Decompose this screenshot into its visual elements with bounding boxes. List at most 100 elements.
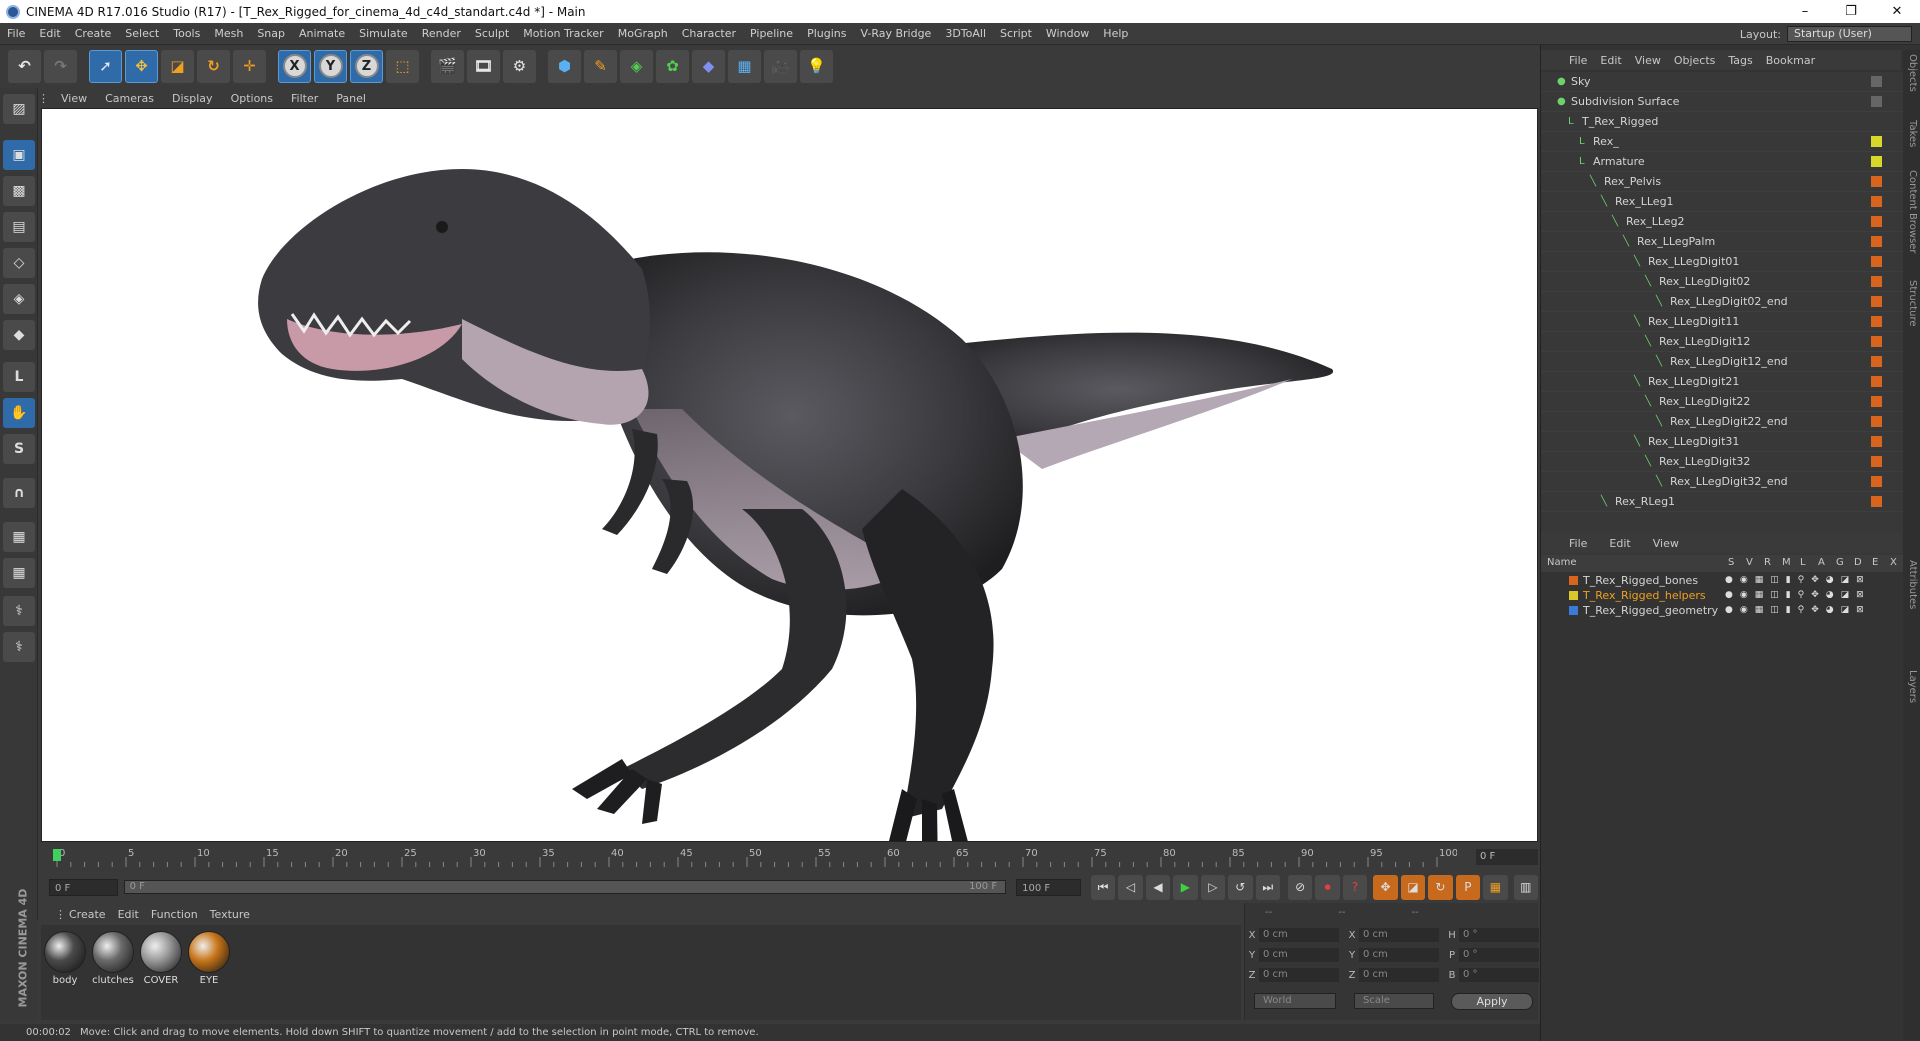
coord-rotation-field[interactable]: 0 ° bbox=[1459, 968, 1539, 982]
viewport-menu-view[interactable]: View bbox=[52, 92, 96, 105]
layer-toggle-icons[interactable]: ●◉▦◫▮⚲✥◕◪⊠ bbox=[1725, 605, 1871, 615]
menu-animate[interactable]: Animate bbox=[292, 27, 352, 40]
render-view-icon[interactable]: 🎬 bbox=[431, 49, 464, 83]
recent-tool-icon[interactable]: ✛ bbox=[233, 49, 266, 83]
object-tag-icon[interactable] bbox=[1871, 296, 1882, 307]
object-tag-icon[interactable] bbox=[1871, 336, 1882, 347]
menu-script[interactable]: Script bbox=[993, 27, 1039, 40]
object-row-rex-llegdigit01[interactable]: ╲ Rex_LLegDigit01 bbox=[1541, 252, 1903, 272]
model-mode-icon[interactable]: ▣ bbox=[3, 140, 35, 170]
menu-file[interactable]: File bbox=[0, 27, 32, 40]
side-tab-takes[interactable]: Takes bbox=[1907, 120, 1918, 147]
rotate-tool-icon[interactable]: ↻ bbox=[197, 49, 230, 83]
floor-icon[interactable]: ▦ bbox=[728, 49, 761, 83]
points-mode-icon[interactable]: ◇ bbox=[3, 248, 35, 278]
coord-rotation-field[interactable]: 0 ° bbox=[1459, 928, 1539, 942]
layer-color-swatch[interactable] bbox=[1569, 591, 1578, 600]
timeline-window-icon[interactable]: ▥ bbox=[1513, 874, 1539, 900]
coordinate-space-dropdown[interactable]: World bbox=[1254, 993, 1336, 1009]
frame-range-slider[interactable]: 0 F 100 F bbox=[123, 880, 1007, 894]
object-row-rex-lleg2[interactable]: ╲ Rex_LLeg2 bbox=[1541, 212, 1903, 232]
scale-tool-icon[interactable]: ◪ bbox=[161, 49, 194, 83]
keyframe-selection-icon[interactable]: ? bbox=[1342, 874, 1368, 900]
object-row-sky[interactable]: ● Sky bbox=[1541, 72, 1903, 92]
render-picture-viewer-icon[interactable]: 🎞 bbox=[467, 49, 500, 83]
x-axis-icon[interactable]: X bbox=[278, 49, 311, 83]
side-tab-objects[interactable]: Objects bbox=[1907, 54, 1918, 92]
axis-mode-icon[interactable]: L bbox=[3, 362, 35, 392]
coordinate-system-icon[interactable]: ⬚ bbox=[386, 49, 419, 83]
minimize-icon[interactable]: – bbox=[1782, 4, 1828, 19]
object-row-rex-pelvis[interactable]: ╲ Rex_Pelvis bbox=[1541, 172, 1903, 192]
layout-dropdown[interactable]: Startup (User) bbox=[1787, 26, 1912, 42]
close-icon[interactable]: ✕ bbox=[1874, 4, 1920, 19]
object-row-rex-llegdigit12-end[interactable]: ╲ Rex_LLegDigit12_end bbox=[1541, 352, 1903, 372]
coord-rotation-field[interactable]: 0 ° bbox=[1459, 948, 1539, 962]
object-tag-icon[interactable] bbox=[1871, 156, 1882, 167]
object-row-rex-llegdigit21[interactable]: ╲ Rex_LLegDigit21 bbox=[1541, 372, 1903, 392]
menu-select[interactable]: Select bbox=[118, 27, 166, 40]
scale-key-icon[interactable]: ◪ bbox=[1400, 874, 1426, 900]
object-row-rex-llegdigit32-end[interactable]: ╲ Rex_LLegDigit32_end bbox=[1541, 472, 1903, 492]
object-tag-icon[interactable] bbox=[1871, 476, 1882, 487]
light-icon[interactable]: 💡 bbox=[800, 49, 833, 83]
workplane-lock-icon[interactable]: ▦ bbox=[3, 522, 35, 552]
coord-position-field[interactable]: 0 cm bbox=[1259, 928, 1339, 942]
side-tab-layers[interactable]: Layers bbox=[1907, 670, 1918, 703]
menu-render[interactable]: Render bbox=[415, 27, 468, 40]
record-keys-icon[interactable]: ⊘ bbox=[1287, 874, 1313, 900]
menu-create[interactable]: Create bbox=[68, 27, 119, 40]
menu-character[interactable]: Character bbox=[675, 27, 743, 40]
redo-icon[interactable]: ↷ bbox=[44, 49, 77, 83]
perspective-viewport[interactable] bbox=[41, 108, 1538, 842]
side-tab-structure[interactable]: Structure bbox=[1907, 280, 1918, 327]
y-axis-icon[interactable]: Y bbox=[314, 49, 347, 83]
material-menu-function[interactable]: Function bbox=[151, 908, 206, 921]
coord-position-field[interactable]: 0 cm bbox=[1259, 968, 1339, 982]
material-eye[interactable]: EYE bbox=[187, 931, 231, 989]
material-cover[interactable]: COVER bbox=[139, 931, 183, 989]
coord-position-field[interactable]: 0 cm bbox=[1259, 948, 1339, 962]
render-settings-icon[interactable]: ⚙ bbox=[503, 49, 536, 83]
object-row-rex-llegpalm[interactable]: ╲ Rex_LLegPalm bbox=[1541, 232, 1903, 252]
end-frame-field[interactable]: 100 F bbox=[1016, 878, 1081, 896]
object-menu-edit[interactable]: Edit bbox=[1600, 54, 1634, 67]
timeline[interactable]: 0 5 10 15 20 25 30 35 40 45 50 55 60 65 70 75 80 85 90 95 10… bbox=[41, 843, 1538, 871]
object-menu-file[interactable]: File bbox=[1569, 54, 1600, 67]
menu-pipeline[interactable]: Pipeline bbox=[743, 27, 800, 40]
object-menu-tags[interactable]: Tags bbox=[1728, 54, 1765, 67]
grid-icon[interactable]: ▦ bbox=[3, 558, 35, 588]
start-frame-field[interactable]: 0 F bbox=[49, 878, 118, 896]
play-icon[interactable]: ▶ bbox=[1173, 874, 1198, 900]
object-row-armature[interactable]: L Armature bbox=[1541, 152, 1903, 172]
playhead-marker[interactable] bbox=[53, 849, 61, 861]
menu-help[interactable]: Help bbox=[1096, 27, 1135, 40]
object-row-rex-llegdigit22-end[interactable]: ╲ Rex_LLegDigit22_end bbox=[1541, 412, 1903, 432]
menu-sculpt[interactable]: Sculpt bbox=[468, 27, 516, 40]
scale-mode-dropdown[interactable]: Scale bbox=[1354, 993, 1434, 1009]
go-to-end-icon[interactable]: ⏭ bbox=[1255, 874, 1280, 900]
object-row-rex-llegdigit02[interactable]: ╲ Rex_LLegDigit02 bbox=[1541, 272, 1903, 292]
menu-mograph[interactable]: MoGraph bbox=[611, 27, 675, 40]
object-tag-icon[interactable] bbox=[1871, 236, 1882, 247]
object-row-rex-lleg1[interactable]: ╲ Rex_LLeg1 bbox=[1541, 192, 1903, 212]
object-tag-icon[interactable] bbox=[1871, 416, 1882, 427]
live-selection-icon[interactable]: ➚ bbox=[89, 49, 122, 83]
menu-edit[interactable]: Edit bbox=[32, 27, 67, 40]
object-tag-icon[interactable] bbox=[1871, 96, 1882, 107]
viewport-menu-filter[interactable]: Filter bbox=[282, 92, 327, 105]
object-row-rex-llegdigit22[interactable]: ╲ Rex_LLegDigit22 bbox=[1541, 392, 1903, 412]
z-axis-icon[interactable]: Z bbox=[350, 49, 383, 83]
move-tool-icon[interactable]: ✥ bbox=[125, 49, 158, 83]
object-tag-icon[interactable] bbox=[1871, 216, 1882, 227]
object-tag-icon[interactable] bbox=[1871, 436, 1882, 447]
rotation-key-icon[interactable]: ↻ bbox=[1428, 874, 1453, 900]
undo-icon[interactable]: ↶ bbox=[8, 49, 41, 83]
apply-button[interactable]: Apply bbox=[1451, 993, 1533, 1010]
menu-motion-tracker[interactable]: Motion Tracker bbox=[516, 27, 610, 40]
menu-tools[interactable]: Tools bbox=[166, 27, 207, 40]
object-tag-icon[interactable] bbox=[1871, 136, 1882, 147]
texture-mode-icon[interactable]: ▩ bbox=[3, 176, 35, 206]
coord-size-field[interactable]: 0 cm bbox=[1359, 968, 1439, 982]
subdivision-generator-icon[interactable]: ◈ bbox=[620, 49, 653, 83]
